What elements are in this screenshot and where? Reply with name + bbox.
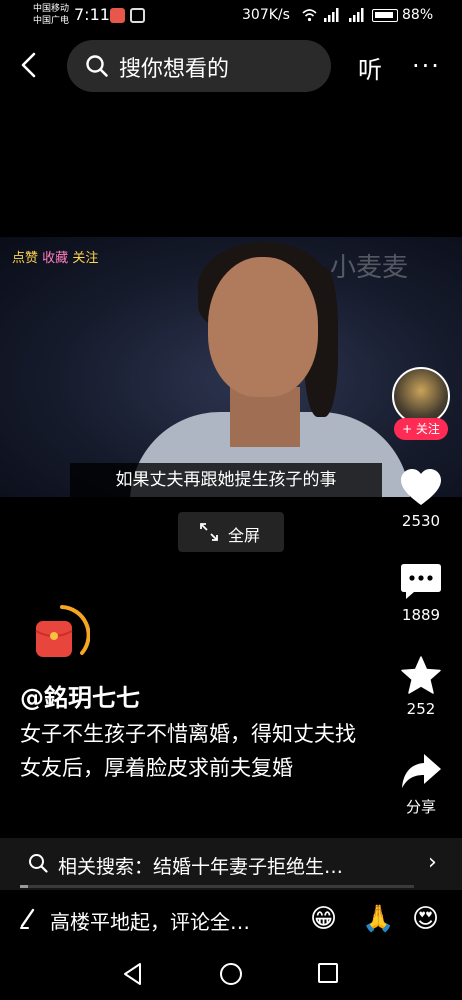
nav-recent-icon[interactable] (318, 963, 338, 983)
comment-count: 1889 (401, 606, 441, 624)
notification-app-icon-2 (130, 8, 145, 23)
comment-icon (401, 564, 441, 599)
emoji-heart-eyes-button[interactable]: 😍 (412, 904, 439, 934)
network-speed: 307K/s (242, 7, 290, 23)
like-button[interactable]: 2530 (388, 468, 454, 530)
comment-button[interactable]: 1889 (388, 562, 454, 624)
video-caption: 女子不生孩子不惜离婚，得知丈夫找女友后，厚着脸皮求前夫复婚 (20, 722, 356, 780)
notification-app-icon (110, 8, 125, 23)
status-bar: 中国移动 中国广电 7:11 307K/s 88% (0, 0, 462, 34)
sticker-follow: 关注 (72, 251, 99, 266)
related-search-bar[interactable]: 相关搜索：结婚十年妻子拒绝生… › (0, 838, 462, 890)
battery-icon (372, 9, 398, 22)
favorite-count: 252 (406, 700, 436, 718)
video-progress-bar[interactable] (20, 885, 414, 888)
carrier-2: 中国广电 (33, 16, 70, 26)
battery-percent: 88% (402, 7, 434, 23)
back-icon[interactable] (14, 50, 44, 80)
fullscreen-button[interactable]: 全屏 (178, 512, 284, 552)
search-input[interactable]: 搜你想看的 (67, 40, 331, 92)
author-avatar[interactable] (392, 367, 450, 425)
comment-input-bar[interactable]: 高楼平地起，评论全… 😁 🙏 😍 (0, 898, 462, 942)
search-icon (86, 55, 108, 77)
video-person-face (208, 257, 318, 397)
comment-placeholder: 高楼平地起，评论全… (50, 910, 250, 934)
fullscreen-icon (200, 523, 218, 541)
pen-icon (20, 908, 35, 929)
emoji-pray-button[interactable]: 🙏 (362, 904, 394, 934)
wifi-icon (302, 9, 317, 22)
like-count: 2530 (401, 512, 441, 530)
follow-button[interactable]: + 关注 (394, 418, 448, 440)
video-watermark: 小麦麦 (330, 253, 409, 283)
status-time: 7:11 (74, 5, 110, 24)
favorite-button[interactable]: 252 (388, 656, 454, 718)
search-icon (29, 854, 48, 873)
system-nav-bar (0, 950, 462, 1000)
listen-button[interactable]: 听 (358, 50, 382, 85)
chevron-right-icon: › (428, 850, 437, 875)
signal-icon (324, 8, 339, 22)
signal-icon-2 (349, 8, 364, 22)
sticker-fav: 收藏 (42, 251, 69, 266)
nav-home-icon[interactable] (220, 963, 242, 985)
video-player[interactable]: 点赞 收藏 关注 小麦麦 如果丈夫再跟她提生孩子的事 (0, 237, 462, 497)
carrier-info: 中国移动 中国广电 (33, 3, 69, 27)
author-name[interactable]: @銘玥七七 (20, 678, 140, 713)
video-sticker: 点赞 收藏 关注 (12, 247, 98, 266)
share-button[interactable]: 分享 (388, 752, 454, 817)
video-subtitle: 如果丈夫再跟她提生孩子的事 (70, 463, 382, 497)
video-progress-fill (20, 885, 28, 888)
more-button[interactable]: ··· (412, 52, 441, 80)
fullscreen-label: 全屏 (228, 526, 261, 545)
emoji-grin-button[interactable]: 😁 (310, 904, 337, 934)
sticker-like: 点赞 (12, 251, 39, 266)
star-icon (401, 656, 441, 694)
search-placeholder: 搜你想看的 (119, 57, 230, 82)
related-search-text: 相关搜索：结婚十年妻子拒绝生… (58, 856, 344, 878)
nav-back-icon[interactable] (122, 962, 144, 986)
share-label: 分享 (405, 798, 436, 816)
share-icon (402, 754, 441, 788)
redpacket-icon[interactable] (26, 603, 90, 667)
carrier-1: 中国移动 (33, 4, 70, 14)
heart-icon (401, 469, 441, 505)
